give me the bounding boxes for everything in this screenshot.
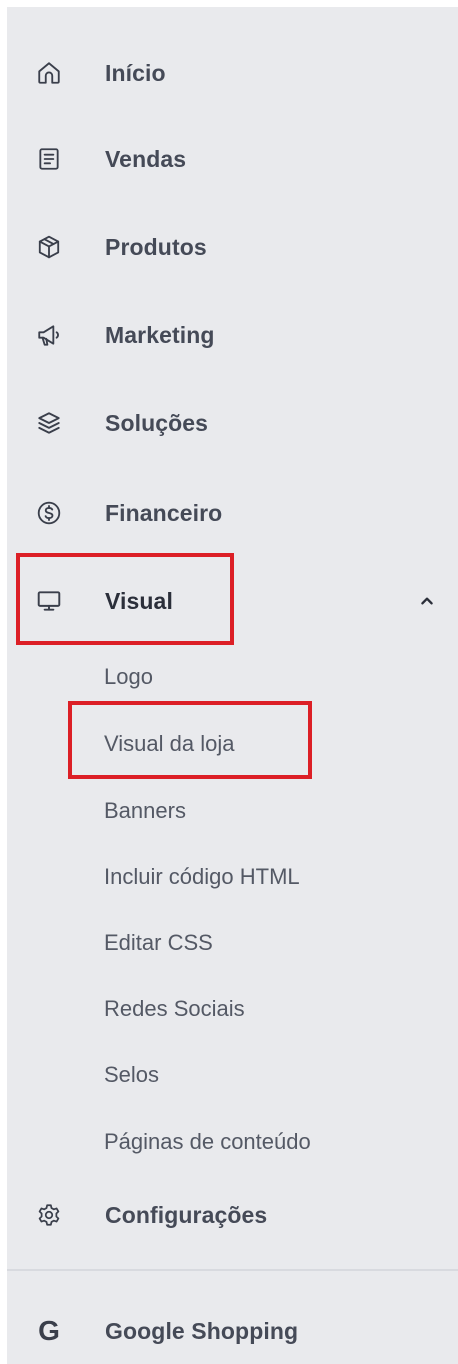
menu-item-label: Google Shopping bbox=[105, 1317, 299, 1344]
menu-item-label: Marketing bbox=[105, 321, 215, 348]
sidebar-menu: Início Vendas Produtos Marketing Soluçõe… bbox=[7, 7, 458, 1364]
menu-item-marketing[interactable]: Marketing bbox=[7, 307, 458, 363]
chevron-up-icon[interactable] bbox=[416, 590, 438, 612]
submenu-item-visual-da-loja[interactable]: Visual da loja bbox=[104, 729, 234, 759]
submenu-item-paginas-de-conteudo[interactable]: Páginas de conteúdo bbox=[104, 1127, 311, 1157]
google-icon: G bbox=[38, 1315, 60, 1346]
submenu-item-editar-css[interactable]: Editar CSS bbox=[104, 928, 213, 958]
menu-item-label: Soluções bbox=[105, 409, 209, 436]
monitor-icon bbox=[36, 588, 62, 614]
gear-icon bbox=[36, 1202, 62, 1228]
submenu-item-redes-sociais[interactable]: Redes Sociais bbox=[104, 994, 245, 1024]
menu-item-produtos[interactable]: Produtos bbox=[7, 219, 458, 275]
menu-item-label: Visual bbox=[105, 587, 173, 614]
box-icon bbox=[36, 234, 62, 260]
menu-item-label: Configurações bbox=[105, 1201, 268, 1228]
menu-item-configuracoes[interactable]: Configurações bbox=[7, 1187, 458, 1243]
submenu-item-selos[interactable]: Selos bbox=[104, 1060, 159, 1090]
menu-divider bbox=[7, 1269, 458, 1271]
menu-item-inicio[interactable]: Início bbox=[7, 45, 458, 101]
menu-item-visual[interactable]: Visual bbox=[7, 573, 458, 629]
home-icon bbox=[36, 60, 62, 86]
layers-icon bbox=[36, 410, 62, 436]
menu-item-google-shopping[interactable]: G Google Shopping bbox=[7, 1303, 458, 1359]
menu-item-label: Produtos bbox=[105, 233, 207, 260]
receipt-icon bbox=[36, 146, 62, 172]
menu-item-financeiro[interactable]: Financeiro bbox=[7, 485, 458, 541]
menu-item-label: Vendas bbox=[105, 145, 187, 172]
dollar-circle-icon bbox=[36, 500, 62, 526]
menu-item-label: Início bbox=[105, 59, 166, 86]
menu-item-solucoes[interactable]: Soluções bbox=[7, 395, 458, 451]
menu-item-vendas[interactable]: Vendas bbox=[7, 131, 458, 187]
menu-item-label: Financeiro bbox=[105, 499, 223, 526]
submenu-item-incluir-codigo-html[interactable]: Incluir código HTML bbox=[104, 862, 300, 892]
megaphone-icon bbox=[36, 322, 62, 348]
submenu-item-banners[interactable]: Banners bbox=[104, 796, 186, 826]
submenu-item-logo[interactable]: Logo bbox=[104, 662, 153, 692]
